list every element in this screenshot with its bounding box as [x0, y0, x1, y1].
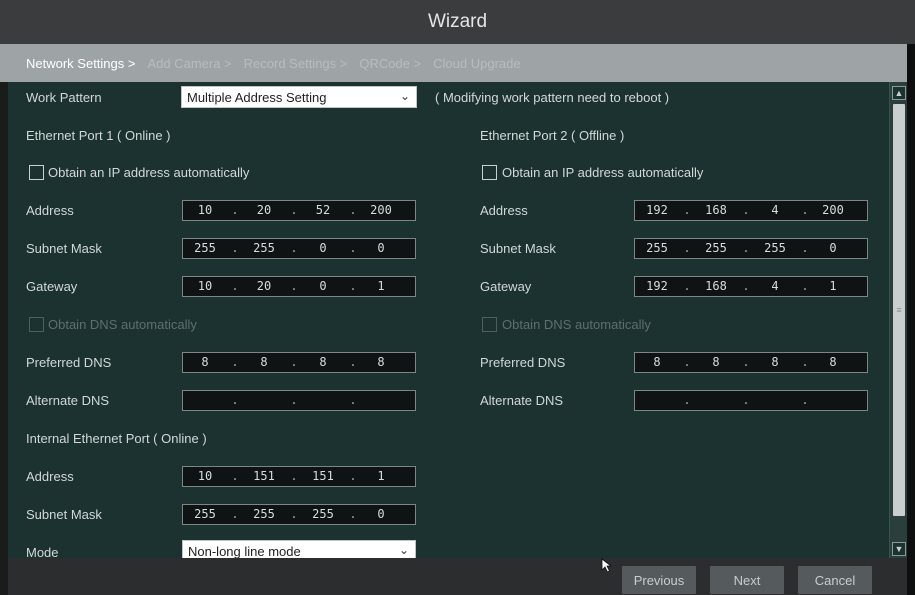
scroll-down-arrow-icon[interactable]: ▼ — [892, 542, 906, 556]
step-cloud-upgrade: Cloud Upgrade — [433, 55, 521, 71]
chevron-down-icon: ⌄ — [398, 543, 409, 557]
internal-port-title: Internal Ethernet Port ( Online ) — [26, 431, 207, 446]
port2-title: Ethernet Port 2 ( Offline ) — [480, 128, 625, 143]
port2-subnet-label: Subnet Mask — [480, 241, 556, 256]
internal-mode-label: Mode — [26, 545, 59, 558]
next-button[interactable]: Next — [710, 566, 784, 594]
port1-subnet-label: Subnet Mask — [26, 241, 102, 256]
port2-alternate-dns-input[interactable]: . . . — [634, 390, 868, 411]
work-pattern-value: Multiple Address Setting — [187, 89, 327, 105]
work-pattern-select[interactable]: Multiple Address Setting ⌄ — [181, 86, 417, 108]
port1-address-input[interactable]: 10. 20. 52. 200 — [182, 200, 416, 221]
step-qrcode: QRCode > — [359, 55, 422, 71]
internal-address-input[interactable]: 10. 151. 151. 1 — [182, 466, 416, 487]
vertical-scrollbar[interactable]: ▲ ≡ ▼ — [889, 82, 907, 558]
internal-mode-value: Non-long line mode — [188, 543, 301, 559]
wizard-steps: Network Settings > Add Camera > Record S… — [0, 44, 915, 82]
port1-obtain-ip-label: Obtain an IP address automatically — [48, 165, 250, 180]
scroll-up-arrow-icon[interactable]: ▲ — [892, 86, 906, 100]
network-settings-panel: Work Pattern Multiple Address Setting ⌄ … — [8, 82, 889, 558]
port2-obtain-ip-label: Obtain an IP address automatically — [502, 165, 704, 180]
port1-alternate-dns-label: Alternate DNS — [26, 393, 110, 408]
work-pattern-note: ( Modifying work pattern need to reboot … — [435, 90, 670, 105]
previous-button[interactable]: Previous — [622, 566, 696, 594]
port2-obtain-ip-checkbox[interactable] — [482, 165, 497, 180]
port2-preferred-dns-input[interactable]: 8. 8. 8. 8 — [634, 352, 868, 373]
port1-gateway-label: Gateway — [26, 279, 78, 294]
window-edge — [907, 44, 915, 595]
port1-preferred-dns-label: Preferred DNS — [26, 355, 112, 370]
internal-address-label: Address — [26, 469, 74, 484]
window-title: Wizard — [427, 11, 488, 32]
scroll-thumb[interactable]: ≡ — [893, 104, 905, 516]
port1-alternate-dns-input[interactable]: . . . — [182, 390, 416, 411]
port2-gateway-label: Gateway — [480, 279, 532, 294]
port1-obtain-dns-checkbox — [29, 317, 44, 332]
cancel-button[interactable]: Cancel — [798, 566, 872, 594]
port2-address-label: Address — [480, 203, 528, 218]
port2-obtain-dns-checkbox — [482, 317, 497, 332]
internal-subnet-input[interactable]: 255. 255. 255. 0 — [182, 504, 416, 525]
port1-preferred-dns-input[interactable]: 8. 8. 8. 8 — [182, 352, 416, 373]
step-network-settings[interactable]: Network Settings > — [26, 56, 135, 71]
work-pattern-label: Work Pattern — [26, 90, 102, 105]
port2-preferred-dns-label: Preferred DNS — [480, 355, 566, 370]
port2-obtain-dns-label: Obtain DNS automatically — [502, 317, 651, 332]
wizard-footer: Previous Next Cancel — [8, 558, 907, 595]
step-record-settings: Record Settings > — [243, 55, 348, 71]
port1-gateway-input[interactable]: 10. 20. 0. 1 — [182, 276, 416, 297]
port2-subnet-input[interactable]: 255. 255. 255. 0 — [634, 238, 868, 259]
internal-subnet-label: Subnet Mask — [26, 507, 102, 522]
port1-obtain-ip-checkbox[interactable] — [29, 165, 44, 180]
port1-subnet-input[interactable]: 255. 255. 0. 0 — [182, 238, 416, 259]
port1-title: Ethernet Port 1 ( Online ) — [26, 128, 171, 143]
port2-alternate-dns-label: Alternate DNS — [480, 393, 564, 408]
port1-address-label: Address — [26, 203, 74, 218]
internal-mode-select[interactable]: Non-long line mode ⌄ — [182, 540, 416, 558]
step-add-camera: Add Camera > — [147, 55, 232, 71]
chevron-down-icon: ⌄ — [399, 89, 410, 103]
title-bar: Wizard — [0, 0, 915, 44]
port2-gateway-input[interactable]: 192. 168. 4. 1 — [634, 276, 868, 297]
port2-address-input[interactable]: 192. 168. 4. 200 — [634, 200, 868, 221]
port1-obtain-dns-label: Obtain DNS automatically — [48, 317, 197, 332]
